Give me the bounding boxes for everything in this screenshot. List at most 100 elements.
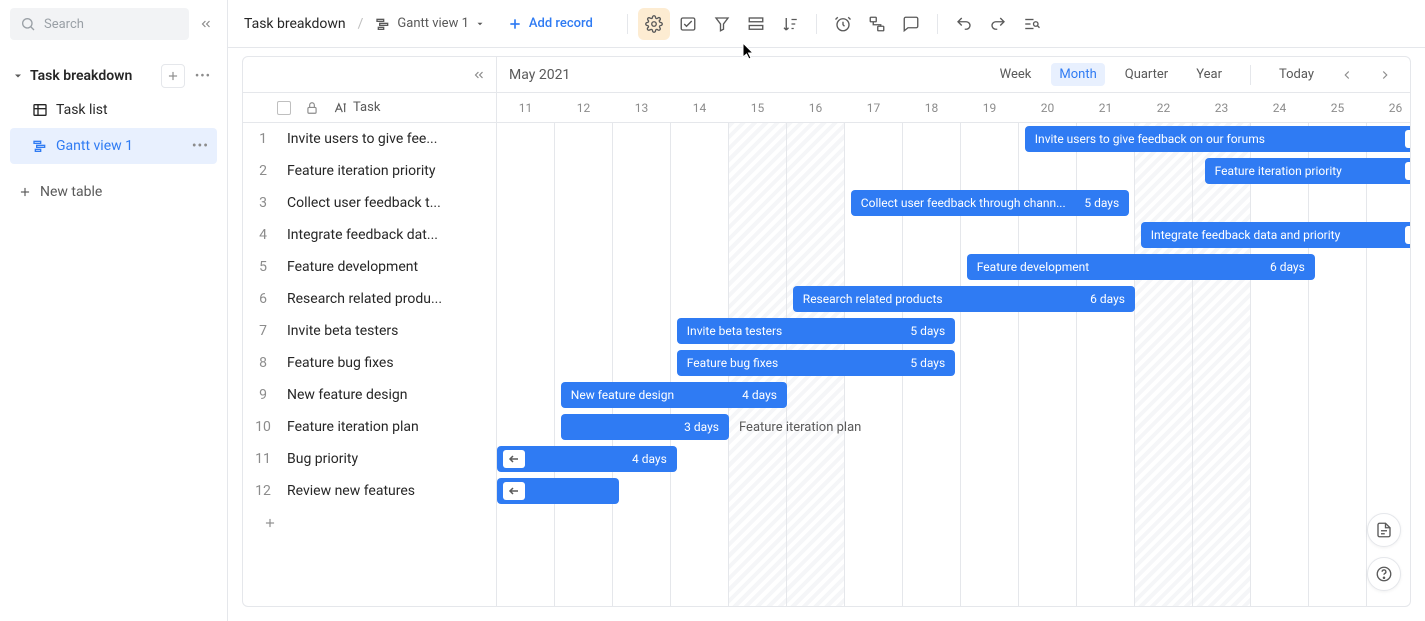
plus-icon — [166, 69, 180, 83]
zoom-quarter[interactable]: Quarter — [1117, 63, 1176, 86]
day-header: 17 — [845, 93, 903, 122]
breadcrumb-view[interactable]: Gantt view 1 — [375, 16, 485, 32]
collapse-sidebar-button[interactable] — [195, 13, 217, 35]
zoom-year[interactable]: Year — [1188, 63, 1230, 86]
new-table-label: New table — [40, 184, 102, 200]
day-header: 20 — [1019, 93, 1077, 122]
task-row[interactable]: 4Integrate feedback dat... — [243, 219, 496, 251]
day-header: 13 — [613, 93, 671, 122]
gantt-bar[interactable]: 3 days — [561, 414, 729, 440]
gantt-bar[interactable]: Feature bug fixes5 days — [677, 350, 955, 376]
flow-icon — [868, 15, 886, 33]
activity-log-button[interactable] — [1367, 513, 1401, 547]
dots-icon: ••• — [195, 69, 211, 84]
add-task-row[interactable] — [243, 507, 496, 539]
zoom-month[interactable]: Month — [1051, 63, 1104, 86]
redo-button[interactable] — [982, 8, 1014, 40]
timeline-next[interactable] — [1372, 62, 1398, 88]
task-row[interactable]: 10Feature iteration plan — [243, 411, 496, 443]
task-row[interactable]: 1Invite users to give fee... — [243, 123, 496, 155]
filter-button[interactable] — [706, 8, 738, 40]
task-row[interactable]: 11Bug priority — [243, 443, 496, 475]
sort-icon — [781, 15, 799, 33]
sidebar-view-gantt[interactable]: Gantt view 1 ••• — [10, 128, 217, 164]
bar-duration: 4 days — [742, 388, 777, 402]
triangle-down-icon — [475, 19, 485, 29]
task-column-label: Task — [353, 100, 380, 115]
task-row[interactable]: 8Feature bug fixes — [243, 347, 496, 379]
workspace-more-button[interactable]: ••• — [191, 64, 215, 88]
add-record-button[interactable]: Add record — [507, 16, 593, 32]
day-header: 26 — [1367, 93, 1411, 122]
task-row[interactable]: 7Invite beta testers — [243, 315, 496, 347]
row-number: 3 — [253, 195, 273, 211]
task-list-pane: 1Invite users to give fee...2Feature ite… — [243, 123, 497, 606]
group-button[interactable] — [740, 8, 772, 40]
row-number: 10 — [253, 419, 273, 435]
plus-icon — [18, 185, 32, 199]
new-table-button[interactable]: New table — [10, 174, 217, 210]
zoom-today[interactable]: Today — [1271, 63, 1322, 86]
timeline-pane[interactable]: Invite users to give feedback on our for… — [497, 123, 1410, 606]
task-row[interactable]: 9New feature design — [243, 379, 496, 411]
search-placeholder: Search — [44, 17, 84, 32]
fields-button[interactable] — [672, 8, 704, 40]
reminder-button[interactable] — [827, 8, 859, 40]
locate-icon — [1023, 15, 1041, 33]
row-number: 7 — [253, 323, 273, 339]
day-header: 12 — [555, 93, 613, 122]
breadcrumb-base[interactable]: Task breakdown — [244, 16, 346, 32]
chevron-double-left-icon — [199, 17, 213, 31]
sort-button[interactable] — [774, 8, 806, 40]
gantt-bar[interactable]: Invite users to give feedback on our for… — [1025, 126, 1410, 152]
task-row[interactable]: 12Review new features — [243, 475, 496, 507]
bar-duration: 3 days — [684, 420, 719, 434]
row-number: 8 — [253, 355, 273, 371]
day-header: 14 — [671, 93, 729, 122]
workspace-title: Task breakdown — [30, 68, 155, 84]
select-all-checkbox[interactable] — [277, 101, 291, 115]
gantt-bar[interactable]: 4 days — [497, 446, 677, 472]
automation-button[interactable] — [861, 8, 893, 40]
gantt-bar[interactable]: Research related products6 days — [793, 286, 1135, 312]
undo-icon — [955, 15, 973, 33]
help-button[interactable] — [1367, 557, 1401, 591]
redo-icon — [989, 15, 1007, 33]
task-name: New feature design — [287, 387, 488, 403]
toolbar: Task breakdown / Gantt view 1 Add record — [228, 0, 1425, 48]
settings-button[interactable] — [638, 8, 670, 40]
gantt-bar[interactable]: Integrate feedback data and priority — [1141, 222, 1410, 248]
task-name: Review new features — [287, 483, 488, 499]
comment-icon — [902, 15, 920, 33]
comment-button[interactable] — [895, 8, 927, 40]
task-row[interactable]: 2Feature iteration priority — [243, 155, 496, 187]
gantt-bar[interactable]: Invite beta testers5 days — [677, 318, 955, 344]
workspace-toggle[interactable] — [12, 70, 24, 82]
gantt-bar[interactable]: Feature development6 days — [967, 254, 1315, 280]
continues-right-icon — [1405, 162, 1410, 180]
view-more-button[interactable]: ••• — [192, 138, 209, 154]
timeline-prev[interactable] — [1334, 62, 1360, 88]
gantt-bar[interactable]: Feature iteration priority — [1205, 158, 1410, 184]
gantt-bar[interactable]: New feature design 4 days — [561, 382, 787, 408]
lock-icon — [305, 101, 319, 115]
task-row[interactable]: 3Collect user feedback t... — [243, 187, 496, 219]
add-view-button[interactable] — [161, 64, 185, 88]
task-row[interactable]: 6Research related produ... — [243, 283, 496, 315]
date-header: 11121314151617181920212223242526 — [497, 93, 1411, 122]
search-input[interactable]: Search — [10, 8, 189, 40]
bar-label: New feature design — [571, 388, 734, 402]
bar-label: Integrate feedback data and priority — [1151, 228, 1399, 242]
find-record-button[interactable] — [1016, 8, 1048, 40]
task-row[interactable]: 5Feature development — [243, 251, 496, 283]
undo-button[interactable] — [948, 8, 980, 40]
continues-right-icon — [1405, 226, 1410, 244]
collapse-task-pane[interactable] — [243, 57, 497, 92]
task-name: Invite users to give fee... — [287, 131, 488, 147]
zoom-week[interactable]: Week — [992, 63, 1040, 86]
gantt-bar[interactable]: Collect user feedback through chann...5 … — [851, 190, 1129, 216]
day-header: 15 — [729, 93, 787, 122]
gantt-bar[interactable] — [497, 478, 619, 504]
list-check-icon — [679, 15, 697, 33]
sidebar-view-task-list[interactable]: Task list — [10, 92, 217, 128]
